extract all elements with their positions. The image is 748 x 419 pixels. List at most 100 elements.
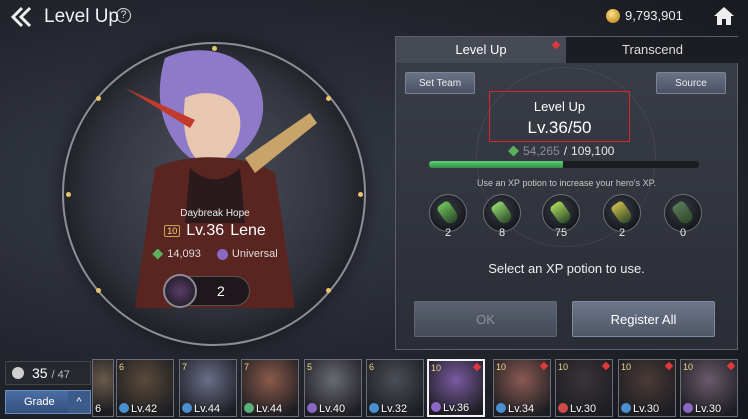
hero-card-level: 6 (95, 403, 102, 415)
level-up-panel: Level Up Transcend Set Team Source Level… (395, 36, 739, 350)
potion-count: 0 (679, 227, 687, 239)
hero-card[interactable]: 6 (92, 359, 114, 417)
hero-class-label: Universal (231, 248, 278, 260)
level-title: Level Up (533, 99, 586, 114)
register-all-button[interactable]: Register All (572, 301, 715, 337)
potion-bottle-shape (435, 199, 461, 227)
hero-class-icon (182, 403, 192, 413)
potion-count: 2 (618, 227, 626, 239)
hero-class: Universal (216, 248, 278, 260)
awakening-count[interactable]: 2 (163, 274, 250, 308)
xp-readout: 54,265 / 109,100 (508, 144, 614, 158)
star-grade-badge: 10 (164, 225, 181, 237)
level-value: Lv.36/50 (527, 118, 592, 137)
hero-count-text: 35 / 47 (32, 365, 70, 381)
potion-bottle-shape (489, 199, 515, 227)
hero-card[interactable]: 10 Lv.30 (680, 359, 738, 417)
hero-card[interactable]: 10 Lv.34 (493, 359, 551, 417)
hero-card[interactable]: 6 Lv.32 (366, 359, 424, 417)
hero-card-stars: 5 (307, 362, 313, 372)
grade-sort-button[interactable]: Grade ^ (5, 390, 91, 414)
hero-card-level: Lv.30 (570, 403, 597, 415)
hero-card[interactable]: 10 Lv.30 (618, 359, 676, 417)
source-button[interactable]: Source (656, 72, 726, 94)
potion-count: 2 (444, 227, 452, 239)
hero-card[interactable]: 10 Lv.30 (555, 359, 613, 417)
hero-count-value: 35 (32, 365, 48, 381)
hero-class-icon (683, 403, 693, 413)
hero-card[interactable]: 6 Lv.42 (116, 359, 174, 417)
hero-class-icon (621, 403, 631, 413)
hero-card-level: Lv.42 (131, 403, 158, 415)
hero-roster-icon (12, 367, 24, 379)
awakening-icon (163, 274, 197, 308)
hero-card-stars: 10 (496, 362, 507, 372)
set-team-button[interactable]: Set Team (405, 72, 475, 94)
combat-power: 14,093 (152, 248, 201, 260)
tab-transcend[interactable]: Transcend (566, 37, 739, 63)
xp-separator: / (563, 144, 568, 158)
potion-count: 75 (554, 227, 568, 239)
hero-card-stars: 6 (369, 362, 375, 372)
hero-class-icon (244, 403, 254, 413)
hero-card-stars: 10 (558, 362, 569, 372)
hero-card-level: Lv.32 (381, 403, 408, 415)
hero-card-stars: 10 (621, 362, 632, 372)
combat-power-value: 14,093 (167, 248, 201, 260)
home-icon[interactable] (712, 4, 736, 28)
potion-count: 8 (498, 227, 506, 239)
xp-hint: Use an XP potion to increase your hero's… (477, 178, 656, 188)
hero-card-level: Lv.34 (508, 403, 535, 415)
hero-portrait (125, 50, 317, 308)
grade-label: Grade (24, 396, 55, 408)
hero-card-level: Lv.44 (194, 403, 221, 415)
gold-currency: 9,793,901 (606, 8, 683, 23)
help-icon[interactable]: ? (116, 8, 131, 23)
hero-card[interactable]: 5 Lv.40 (304, 359, 362, 417)
back-arrow-icon[interactable] (10, 5, 38, 29)
top-bar: Level Up ? 9,793,901 (0, 0, 748, 34)
hero-card-level: Lv.30 (695, 403, 722, 415)
hero-class-icon (558, 403, 568, 413)
ok-button[interactable]: OK (414, 301, 557, 337)
hero-card-stars: 10 (683, 362, 694, 372)
hero-card-stars: 7 (244, 362, 250, 372)
hero-card-stars: 7 (182, 362, 188, 372)
hero-class-icon (119, 403, 129, 413)
hero-count: 35 / 47 (5, 361, 91, 385)
potion-bottle-shape (609, 199, 635, 227)
gold-amount: 9,793,901 (625, 8, 683, 23)
chevron-up-icon[interactable]: ^ (68, 391, 90, 413)
hero-card-level: Lv.30 (633, 403, 660, 415)
xp-progress-fill (429, 161, 564, 168)
hero-card-level: Lv.44 (256, 403, 283, 415)
hero-info: Daybreak Hope 10 Lv.36 Lene 14,093 Unive… (130, 208, 300, 260)
hero-count-total: / 47 (51, 369, 70, 381)
hero-level: Lv.36 (186, 222, 225, 239)
hero-epithet: Daybreak Hope (180, 208, 250, 219)
tab-level-up[interactable]: Level Up (396, 37, 566, 63)
universal-class-icon (216, 248, 228, 260)
potion-bottle-shape (548, 199, 574, 227)
hero-card[interactable]: 10 Lv.36 (427, 359, 485, 417)
hero-class-icon (307, 403, 317, 413)
level-indicator: Level Up Lv.36/50 (489, 91, 630, 142)
hero-card[interactable]: 7 Lv.44 (241, 359, 299, 417)
xp-icon (508, 145, 519, 157)
xp-progress-bar (429, 161, 699, 168)
hero-name: Lene (230, 222, 266, 239)
xp-current: 54,265 (523, 144, 560, 158)
hero-card-stars: 6 (119, 362, 125, 372)
hero-card-level: Lv.40 (319, 403, 346, 415)
hero-stats: 14,093 Universal (130, 248, 300, 260)
select-potion-hint: Select an XP potion to use. (488, 261, 645, 276)
hero-class-icon (369, 403, 379, 413)
hero-card-stars: 10 (431, 363, 442, 373)
potion-bottle-shape (670, 199, 696, 227)
hero-card-level: Lv.36 (443, 402, 470, 414)
ring-ornament (66, 192, 71, 197)
hero-card[interactable]: 7 Lv.44 (179, 359, 237, 417)
page-title: Level Up (44, 6, 119, 27)
hero-class-icon (496, 403, 506, 413)
combat-power-icon (152, 248, 164, 260)
